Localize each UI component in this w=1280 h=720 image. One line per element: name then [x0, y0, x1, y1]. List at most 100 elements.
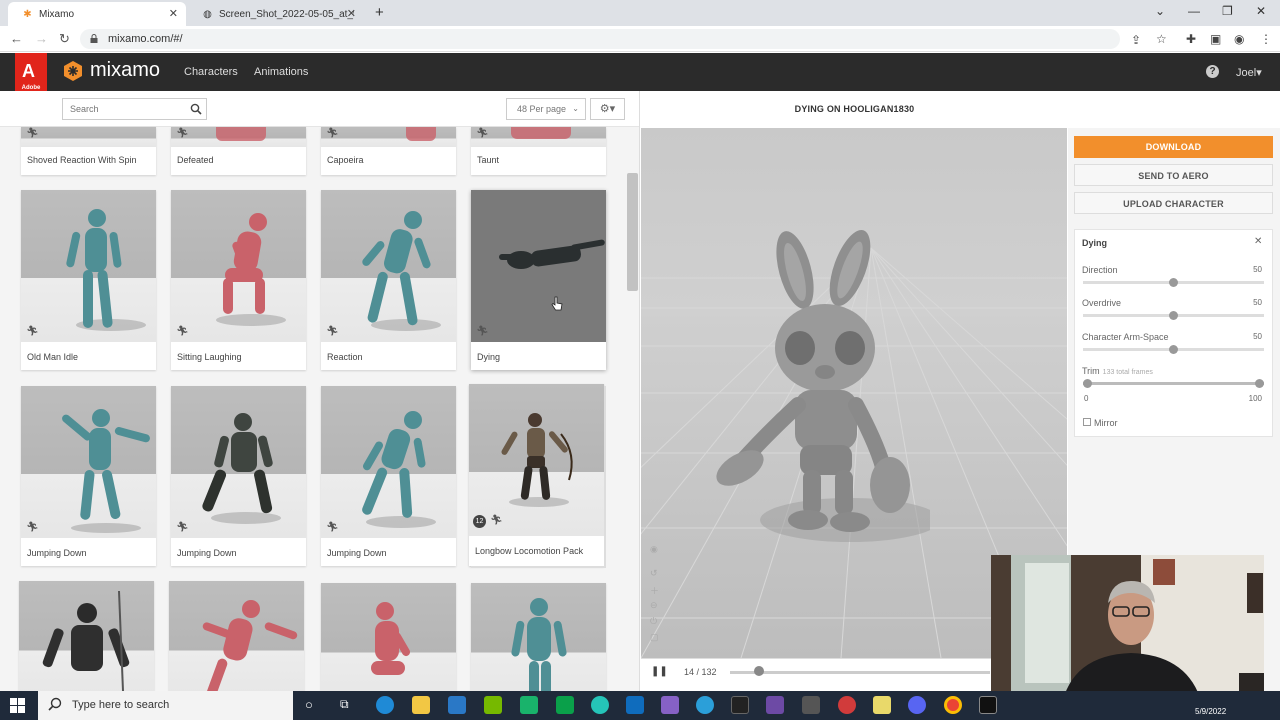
close-window-icon[interactable]: ✕ [1256, 4, 1266, 18]
menu-kebab-icon[interactable]: ⋮ [1260, 32, 1272, 46]
download-button[interactable]: DOWNLOAD [1074, 136, 1273, 158]
trim-end-knob[interactable] [1255, 379, 1264, 388]
animation-card[interactable]: 🏃︎ Taunt [471, 127, 606, 175]
running-figure-icon: 🏃︎ [326, 522, 339, 533]
trim-start-knob[interactable] [1083, 379, 1092, 388]
animation-label: Shoved Reaction With Spin [27, 155, 137, 165]
spotify-like-app-icon[interactable] [520, 696, 538, 714]
url-field[interactable]: mixamo.com/#/ [80, 29, 1120, 49]
pause-icon[interactable]: ❚❚ [651, 666, 668, 677]
adobe-a-icon: A [22, 61, 35, 81]
nvidia-icon[interactable] [484, 696, 502, 714]
settings-title: Dying [1082, 238, 1108, 248]
reset-view-icon[interactable]: ⏻ [650, 616, 657, 627]
timeline-track[interactable] [730, 671, 990, 674]
direction-slider-knob[interactable] [1169, 278, 1178, 287]
search-icon[interactable] [190, 103, 202, 115]
animation-card[interactable] [321, 583, 456, 691]
animation-label: Dying [477, 352, 501, 362]
task-view-icon[interactable]: ⧉ [340, 697, 349, 712]
animation-card[interactable]: 🏃︎ Sitting Laughing [171, 190, 306, 370]
per-page-select[interactable]: 48 Per page ⌄ [506, 98, 586, 120]
upload-character-button[interactable]: UPLOAD CHARACTER [1074, 192, 1273, 214]
brand-name[interactable]: mixamo [90, 59, 160, 82]
settings-dropdown-button[interactable]: ⚙▾ [590, 98, 625, 120]
unreal-engine-icon[interactable] [979, 696, 997, 714]
animation-card-selected[interactable]: 🏃︎ Dying [471, 190, 606, 370]
tab-screenshot[interactable]: ◍ Screen_Shot_2022-05-05_at_9.08 ✕ [188, 2, 364, 26]
animation-thumbnail [171, 386, 306, 538]
app-icon[interactable] [591, 696, 609, 714]
tab-mixamo[interactable]: ✱ Mixamo ✕ [8, 2, 186, 26]
omnibox[interactable]: mixamo.com/#/ [80, 29, 1120, 49]
app-icon[interactable] [696, 696, 714, 714]
unity-icon[interactable] [731, 696, 749, 714]
outlook-icon[interactable] [626, 696, 644, 714]
animation-card[interactable]: 🏃︎ Jumping Down [21, 386, 156, 566]
animation-card[interactable] [471, 583, 606, 691]
discord-icon[interactable] [908, 696, 926, 714]
user-name: Joel [1236, 67, 1257, 79]
character-figure [362, 411, 436, 528]
edge-icon[interactable] [376, 696, 394, 714]
excel-icon[interactable] [556, 696, 574, 714]
animation-card[interactable]: 🏃︎ Defeated [171, 127, 306, 175]
taskbar-search-field[interactable]: Type here to search [38, 691, 293, 720]
maximize-icon[interactable]: ❐ [1222, 4, 1233, 18]
animation-card[interactable] [19, 581, 154, 691]
camera-icon[interactable]: ◉ [650, 544, 658, 555]
bookmark-star-icon[interactable]: ☆ [1156, 32, 1167, 46]
animation-card[interactable]: 🏃︎ Jumping Down [171, 386, 306, 566]
sidepanel-icon[interactable]: ▣ [1210, 32, 1221, 46]
overdrive-label: Overdrive [1082, 298, 1122, 308]
app-icon[interactable] [766, 696, 784, 714]
minimize-icon[interactable]: — [1188, 4, 1200, 18]
visual-studio-icon[interactable] [661, 696, 679, 714]
mixamo-logo-icon[interactable] [62, 60, 84, 82]
rotate-icon[interactable]: ↺ [650, 568, 658, 579]
nav-characters[interactable]: Characters [184, 66, 238, 78]
timeline-scrubber[interactable] [753, 666, 764, 676]
send-to-aero-button[interactable]: SEND TO AERO [1074, 164, 1273, 186]
share-icon[interactable]: ⇪ [1131, 33, 1141, 47]
animation-card[interactable]: 🏃︎ Shoved Reaction With Spin [21, 127, 156, 175]
nav-animations[interactable]: Animations [254, 66, 308, 78]
animation-card[interactable]: 🏃︎ Capoeira [321, 127, 456, 175]
user-menu[interactable]: Joel▾ [1236, 66, 1262, 79]
zoom-out-icon[interactable]: ⊖ [650, 600, 658, 611]
animation-card[interactable] [169, 581, 304, 691]
windows-start-icon[interactable] [10, 698, 25, 713]
forward-icon[interactable]: → [35, 31, 48, 46]
close-icon[interactable]: ✕ [1254, 236, 1262, 247]
close-tab-icon[interactable]: ✕ [347, 7, 356, 20]
app-icon[interactable] [838, 696, 856, 714]
store-icon[interactable] [448, 696, 466, 714]
app-icon[interactable] [802, 696, 820, 714]
scrollbar-thumb[interactable] [627, 173, 638, 291]
close-tab-icon[interactable]: ✕ [169, 7, 178, 20]
new-tab-button[interactable]: + [375, 4, 384, 21]
animation-card[interactable]: 🏃︎ Old Man Idle [21, 190, 156, 370]
chrome-icon[interactable] [944, 696, 962, 714]
overdrive-slider-knob[interactable] [1169, 311, 1178, 320]
cortana-icon[interactable]: ○ [305, 697, 313, 712]
search-input[interactable] [62, 98, 207, 120]
tab-title: Mixamo [39, 8, 75, 20]
tab-search-icon[interactable]: ⌄ [1155, 4, 1165, 18]
zoom-in-icon[interactable]: ＋ [650, 584, 659, 597]
mirror-checkbox[interactable] [1083, 418, 1091, 426]
app-icon[interactable] [873, 696, 891, 714]
file-explorer-icon[interactable] [412, 696, 430, 714]
animation-pack-card[interactable]: 12 🏃︎ Longbow Locomotion Pack [469, 384, 604, 566]
extensions-icon[interactable]: ✚ [1186, 32, 1196, 46]
trim-slider[interactable] [1083, 382, 1264, 385]
help-icon[interactable]: ? [1206, 65, 1219, 78]
arm-space-slider-knob[interactable] [1169, 345, 1178, 354]
reload-icon[interactable]: ↻ [59, 31, 70, 47]
fullscreen-icon[interactable]: ▢ [650, 632, 659, 643]
back-icon[interactable]: ← [10, 31, 23, 46]
animation-card[interactable]: 🏃︎ Jumping Down [321, 386, 456, 566]
animation-card[interactable]: 🏃︎ Reaction [321, 190, 456, 370]
profile-icon[interactable]: ◉ [1234, 32, 1244, 46]
browser-toolbar: 48 Per page ⌄ ⚙▾ [0, 91, 639, 127]
